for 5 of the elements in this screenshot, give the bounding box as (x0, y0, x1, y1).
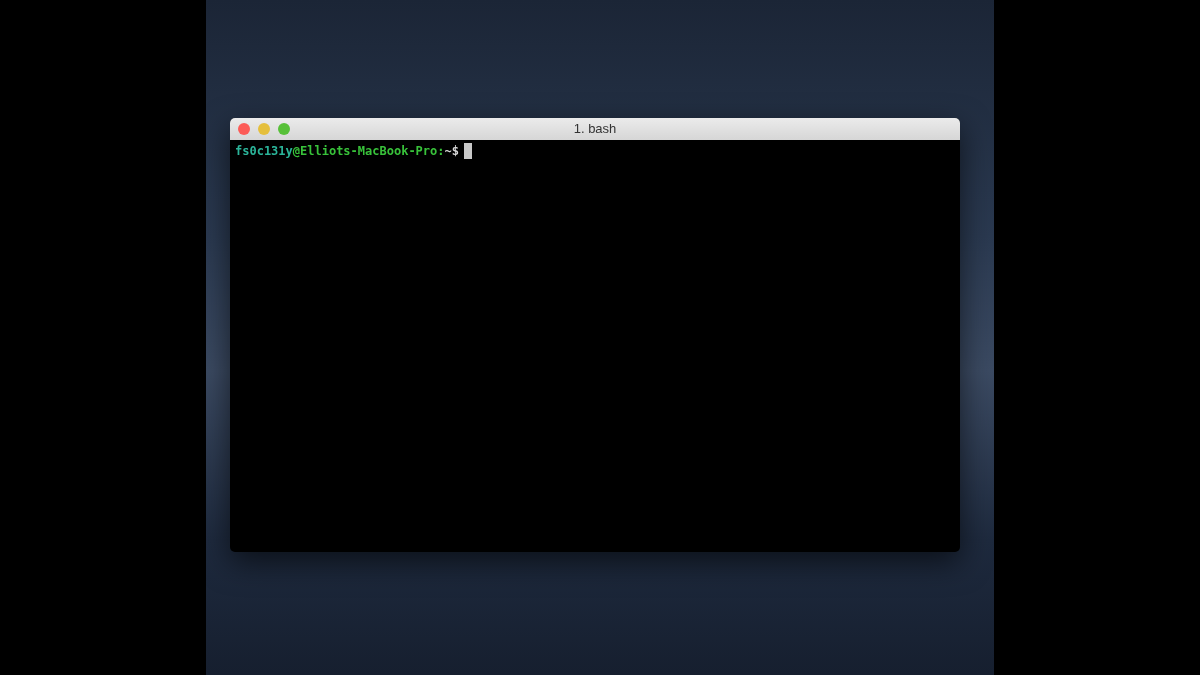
window-title: 1. bash (573, 120, 617, 138)
minimize-button[interactable] (258, 123, 270, 135)
close-button[interactable] (238, 123, 250, 135)
prompt-line: fs0c131y@Elliots-MacBook-Pro:~$ (235, 143, 459, 160)
zoom-button[interactable] (278, 123, 290, 135)
